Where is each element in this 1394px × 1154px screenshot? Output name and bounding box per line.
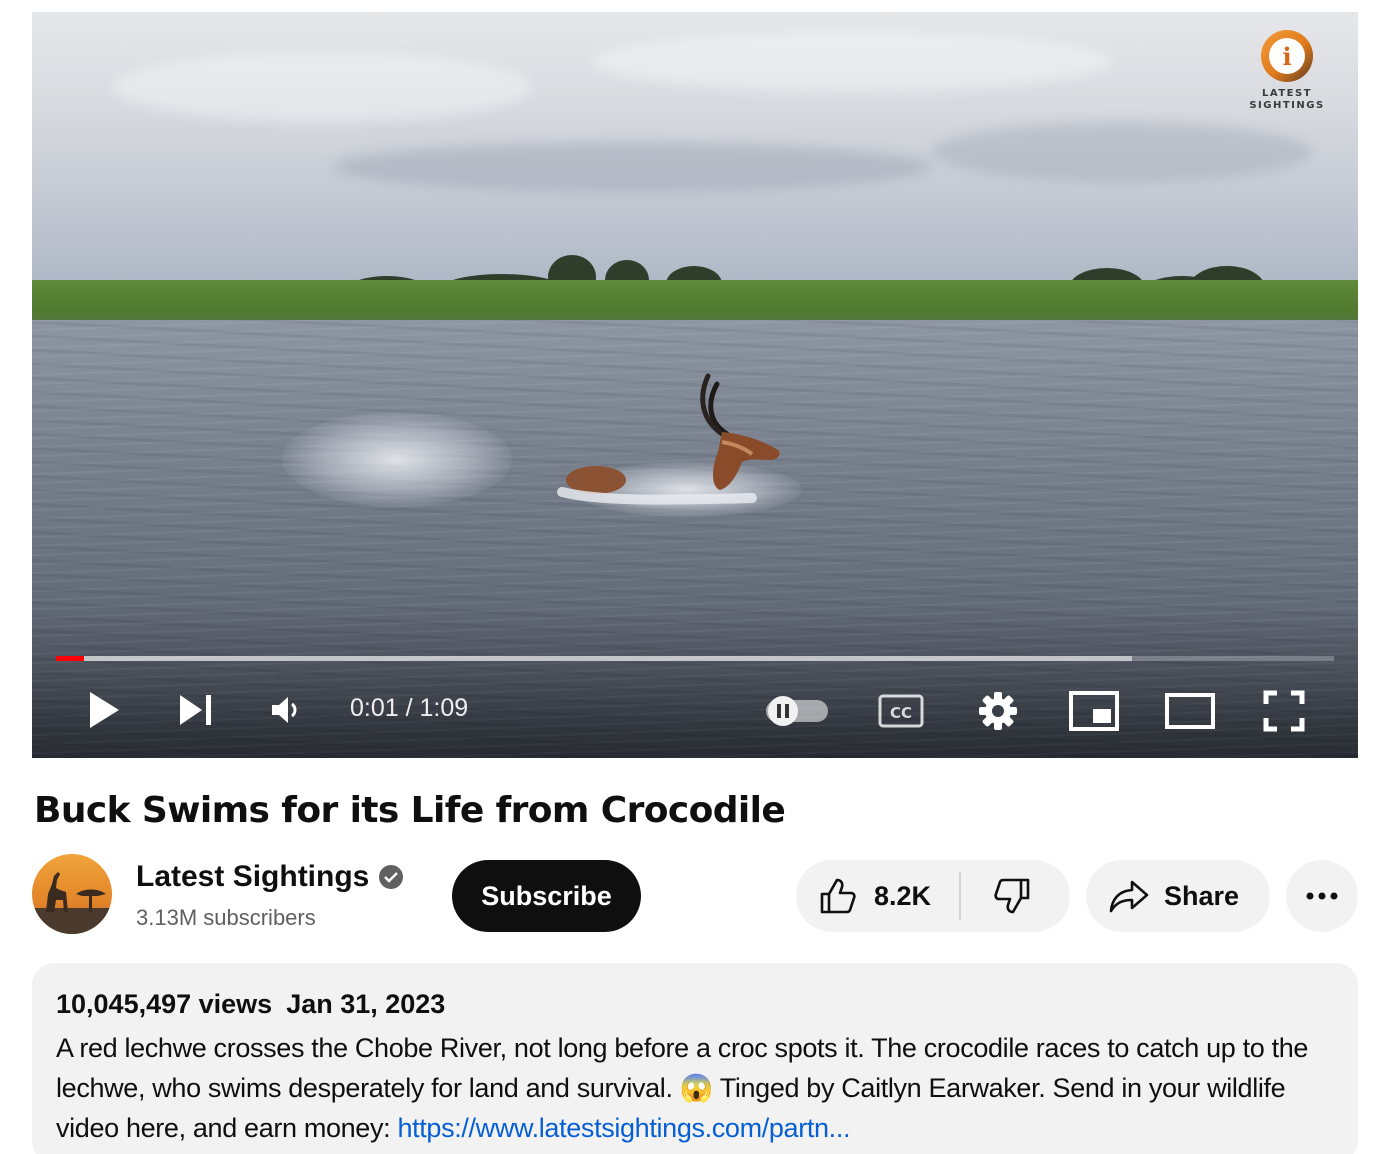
video-title: Buck Swims for its Life from Crocodile: [34, 790, 786, 831]
scream-emoji: 😱: [679, 1073, 714, 1103]
progress-played: [56, 656, 85, 661]
captions-button[interactable]: CC: [878, 694, 924, 728]
share-label: Share: [1164, 880, 1240, 911]
verified-icon: [379, 865, 404, 889]
captions-icon: CC: [878, 694, 924, 728]
settings-icon: [979, 692, 1017, 730]
next-button[interactable]: [176, 692, 216, 728]
volume-button[interactable]: [268, 694, 304, 726]
svg-text:CC: CC: [890, 704, 912, 722]
like-dislike-group: 8.2K: [796, 860, 1070, 932]
description-meta: 10,045,497 views Jan 31, 2023: [56, 989, 1334, 1020]
miniplayer-button[interactable]: [1068, 690, 1120, 732]
theater-mode-button[interactable]: [1164, 692, 1216, 730]
channel-watermark[interactable]: i LATEST SIGHTINGS: [1242, 30, 1332, 112]
volume-icon: [272, 697, 297, 723]
controls-gradient: [32, 608, 1358, 758]
fullscreen-icon: [1263, 690, 1305, 732]
miniplayer-icon: [1069, 691, 1119, 731]
settings-button[interactable]: [976, 690, 1020, 732]
fullscreen-button[interactable]: [1262, 690, 1306, 732]
watermark-text-top: LATEST: [1261, 88, 1312, 99]
like-count: 8.2K: [874, 880, 932, 911]
share-button[interactable]: Share: [1086, 860, 1270, 932]
time-total: 1:09: [419, 694, 469, 722]
subscriber-count: 3.13M subscribers: [136, 905, 316, 930]
like-button[interactable]: 8.2K: [796, 860, 959, 932]
watermark-text-bottom: SIGHTINGS: [1249, 100, 1325, 111]
dislike-button[interactable]: [961, 860, 1070, 932]
time-display: 0:01 / 1:09: [350, 694, 468, 723]
autoplay-toggle[interactable]: [764, 696, 830, 726]
autoplay-toggle-icon: [766, 696, 828, 726]
more-horiz-icon: [1306, 892, 1338, 900]
description-text: A red lechwe crosses the Chobe River, no…: [56, 1028, 1334, 1148]
channel-avatar[interactable]: [32, 854, 112, 934]
channel-logo-icon: [32, 872, 112, 934]
more-actions-button[interactable]: [1286, 860, 1358, 932]
play-button[interactable]: [84, 688, 124, 732]
watermark-logo-icon: i: [1261, 30, 1313, 82]
next-icon: [180, 695, 211, 725]
upload-date: Jan 31, 2023: [286, 989, 446, 1019]
theater-mode-icon: [1165, 693, 1215, 729]
channel-name[interactable]: Latest Sightings: [136, 860, 369, 894]
channel-name-row: Latest Sightings: [136, 860, 404, 894]
share-icon: [1109, 880, 1149, 913]
video-player[interactable]: i LATEST SIGHTINGS 0:01 / 1:09 CC: [32, 12, 1358, 758]
thumbs-up-icon: [820, 878, 856, 914]
description-box[interactable]: 10,045,497 views Jan 31, 2023 A red lechw…: [32, 963, 1358, 1154]
lechwe-antelope: [557, 373, 780, 505]
thumbs-down-icon: [993, 878, 1029, 914]
progress-buffered: [56, 656, 1133, 661]
play-icon: [90, 692, 119, 728]
view-count: 10,045,497 views: [56, 989, 273, 1019]
time-separator: /: [398, 694, 420, 722]
subscribe-button[interactable]: Subscribe: [452, 860, 641, 932]
description-link[interactable]: https://www.latestsightings.com/partn...: [397, 1113, 850, 1143]
progress-bar[interactable]: [56, 656, 1334, 661]
time-current: 0:01: [350, 694, 399, 722]
